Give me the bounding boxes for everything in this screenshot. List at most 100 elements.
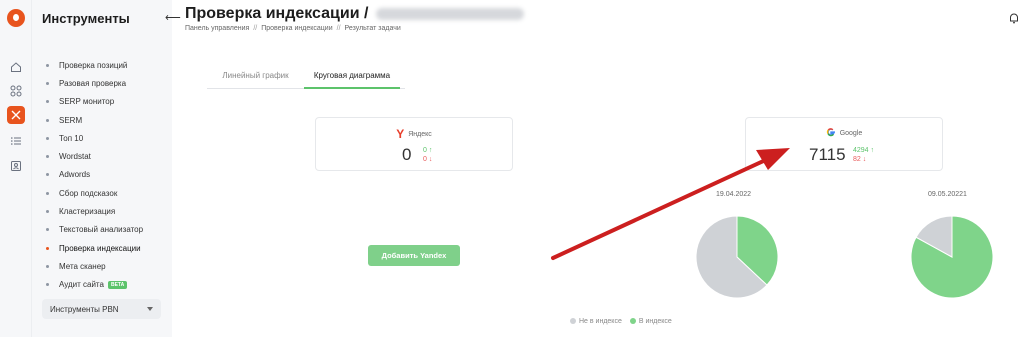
- blurred-project-name: [376, 8, 525, 20]
- home-icon[interactable]: [7, 58, 25, 76]
- grid-icon[interactable]: [7, 82, 25, 100]
- sidebar-item[interactable]: Текстовый анализатор: [46, 221, 143, 239]
- yandex-changes: 0 ↑ 0 ↓: [423, 146, 432, 164]
- sidebar-item[interactable]: Разовая проверка: [46, 74, 143, 92]
- sidebar-item-label: Текстовый анализатор: [59, 225, 144, 235]
- sidebar-item-label: Проверка индексации: [59, 243, 141, 253]
- legend-swatch-icon: [570, 318, 576, 325]
- google-label: Google: [839, 129, 863, 137]
- bullet-icon: [46, 155, 49, 159]
- icon-rail: [0, 0, 32, 337]
- google-card-header: Google: [746, 127, 942, 139]
- breadcrumb-separator: //: [336, 25, 341, 32]
- bullet-icon: [46, 191, 49, 195]
- yandex-logo-icon: Y: [396, 127, 405, 141]
- sidebar-item[interactable]: Аудит сайта BETA: [46, 276, 143, 294]
- list-icon[interactable]: [7, 132, 25, 150]
- app-root: Инструменты Проверка позиций Разовая пров…: [0, 0, 1024, 337]
- breadcrumb-item[interactable]: Панель управления: [185, 25, 249, 32]
- google-changes: 4294 ↑ 82 ↓: [853, 146, 874, 164]
- bullet-icon: [46, 210, 49, 214]
- sidebar-item[interactable]: Проверка индексации: [46, 239, 143, 257]
- yandex-up-value: 0: [423, 147, 427, 154]
- sidebar-item-label: Аудит сайта: [59, 280, 104, 290]
- tab-line-chart[interactable]: Линейный график: [207, 70, 304, 89]
- sidebar-item-label: SERP монитор: [59, 97, 115, 107]
- yandex-count: 0: [402, 145, 412, 164]
- sidebar: Инструменты Проверка позиций Разовая пров…: [32, 0, 172, 337]
- sidebar-item-label: Проверка позиций: [59, 60, 128, 70]
- yandex-label: Яндекс: [408, 130, 432, 138]
- bullet-icon: [46, 246, 49, 250]
- sidebar-item-label: Разовая проверка: [59, 78, 127, 88]
- sidebar-item-label: Топ 10: [59, 133, 84, 143]
- pie-chart-2: [910, 215, 994, 299]
- chart-tabs: Линейный график Круговая диаграмма: [207, 70, 405, 89]
- google-count: 7115: [809, 145, 846, 164]
- sidebar-item[interactable]: SERP монитор: [46, 93, 143, 111]
- sidebar-item-label: Кластеризация: [59, 207, 116, 217]
- sidebar-item-label: Wordstat: [59, 152, 91, 162]
- arrow-down-icon: ↓: [428, 156, 433, 163]
- page-title-text: Проверка индексации /: [185, 5, 369, 22]
- legend-item[interactable]: Не в индексе: [570, 318, 622, 325]
- collapse-sidebar-icon[interactable]: ⟵: [165, 11, 181, 24]
- yandex-stats-card: Y Яндекс 0 0 ↑ 0 ↓: [315, 117, 513, 171]
- sidebar-item-label: Сбор подсказок: [59, 188, 118, 198]
- sidebar-item[interactable]: Мета сканер: [46, 257, 143, 275]
- chevron-down-icon: [147, 307, 153, 311]
- bullet-icon: [46, 81, 49, 85]
- sidebar-title: Инструменты: [42, 11, 130, 26]
- page-title: Проверка индексации /: [185, 5, 525, 23]
- bullet-icon: [46, 283, 49, 287]
- google-stats-card: Google 7115 4294 ↑ 82 ↓: [745, 117, 943, 171]
- bullet-icon: [46, 136, 49, 140]
- breadcrumb-item: Результат задачи: [344, 25, 401, 32]
- legend-item[interactable]: В индексе: [629, 318, 672, 325]
- sidebar-item[interactable]: Кластеризация: [46, 202, 143, 220]
- pbn-tools-dropdown[interactable]: Инструменты PBN: [42, 299, 161, 319]
- arrow-up-icon: ↑: [428, 147, 433, 154]
- legend-label: В индексе: [638, 318, 672, 325]
- breadcrumb: Панель управления // Проверка индексации…: [185, 25, 401, 32]
- legend-label: Не в индексе: [579, 318, 622, 325]
- chart-legend: Не в индексе В индексе: [570, 318, 672, 325]
- beta-badge: BETA: [107, 280, 128, 289]
- tools-icon[interactable]: [7, 106, 25, 124]
- add-yandex-button[interactable]: Добавить Yandex: [368, 245, 460, 266]
- bullet-icon: [46, 100, 49, 104]
- tab-pie-chart[interactable]: Круговая диаграмма: [304, 70, 400, 89]
- google-up-value: 4294: [853, 147, 869, 154]
- bullet-icon: [46, 264, 49, 268]
- sidebar-item-label: Мета сканер: [59, 261, 106, 271]
- arrow-down-icon: ↓: [862, 156, 867, 163]
- bullet-icon: [46, 228, 49, 232]
- yandex-card-header: Y Яндекс: [316, 127, 512, 141]
- bell-icon[interactable]: [1009, 11, 1019, 29]
- logo-icon[interactable]: [7, 9, 25, 27]
- sidebar-menu: Проверка позиций Разовая проверка SERP мон…: [46, 56, 143, 294]
- profile-icon[interactable]: [7, 157, 25, 175]
- pie-chart-1: [695, 215, 779, 299]
- bullet-icon: [46, 118, 49, 122]
- bullet-icon: [46, 63, 49, 67]
- google-logo-icon: [826, 127, 836, 139]
- yandex-down-value: 0: [423, 156, 427, 163]
- sidebar-item-label: SERM: [59, 115, 83, 125]
- sidebar-item[interactable]: Сбор подсказок: [46, 184, 143, 202]
- sidebar-item[interactable]: Топ 10: [46, 129, 143, 147]
- pbn-tools-label: Инструменты PBN: [50, 304, 119, 314]
- sidebar-item[interactable]: Проверка позиций: [46, 56, 143, 74]
- pie-date-label: 09.05.20221: [928, 191, 967, 198]
- sidebar-item-label: Adwords: [59, 170, 91, 180]
- breadcrumb-separator: //: [253, 25, 258, 32]
- arrow-up-icon: ↑: [870, 147, 875, 154]
- legend-swatch-icon: [629, 318, 636, 325]
- sidebar-item[interactable]: SERM: [46, 111, 143, 129]
- google-down-value: 82: [853, 156, 861, 163]
- pie-date-label: 19.04.2022: [716, 191, 752, 198]
- breadcrumb-item[interactable]: Проверка индексации: [261, 25, 332, 32]
- sidebar-item[interactable]: Wordstat: [46, 147, 143, 165]
- sidebar-item[interactable]: Adwords: [46, 166, 143, 184]
- bullet-icon: [46, 173, 49, 177]
